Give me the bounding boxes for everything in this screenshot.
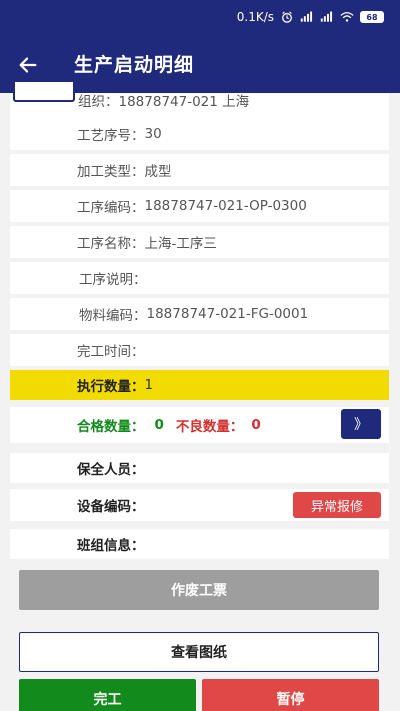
process-type-label: 加工类型：: [77, 164, 145, 180]
equipment-code-label: 设备编码：: [77, 499, 145, 515]
battery-icon: 68: [360, 11, 384, 23]
material-code-value: 18878747-021-FG-0001: [146, 306, 309, 322]
team-info-row: 班组信息：: [10, 529, 389, 559]
process-type-row: 加工类型： 成型: [10, 154, 389, 186]
app-header: 0.1K/s 68 生产启动明细: [0, 0, 400, 93]
op-desc-label: 工序说明：: [79, 272, 147, 288]
org-value: 18878747-021 上海: [118, 94, 250, 110]
exec-qty-label: 执行数量：: [77, 379, 145, 395]
op-code-value: 18878747-021-OP-0300: [144, 198, 307, 214]
wifi-icon: [340, 12, 354, 22]
finish-time-label: 完工时间：: [77, 344, 145, 360]
op-code-row: 工序编码： 18878747-021-OP-0300: [10, 190, 389, 222]
back-button[interactable]: [14, 51, 42, 79]
process-seq-value: 30: [144, 126, 162, 142]
op-name-value: 上海-工序三: [144, 236, 217, 252]
op-desc-row: 工序说明：: [10, 262, 389, 294]
finish-time-row: 完工时间：: [10, 334, 389, 366]
team-info-label: 班组信息：: [77, 538, 145, 554]
maintainer-row: 保全人员：: [10, 453, 389, 483]
defect-qty-value: 0: [251, 417, 261, 433]
op-name-label: 工序名称：: [77, 236, 145, 252]
qualified-qty-value: 0: [154, 417, 164, 433]
void-ticket-button[interactable]: 作废工票: [19, 570, 379, 610]
defect-qty-label: 不良数量：: [175, 419, 244, 435]
material-code-row: 物料编码： 18878747-021-FG-0001: [10, 298, 389, 330]
network-speed: 0.1K/s: [236, 10, 274, 24]
view-drawing-button[interactable]: 查看图纸: [19, 632, 379, 672]
equipment-code-row: 设备编码： 异常报修: [10, 489, 389, 521]
org-label: 组织：: [78, 94, 119, 110]
expand-quantity-button[interactable]: 》: [341, 409, 381, 439]
abnormal-repair-button[interactable]: 异常报修: [293, 492, 381, 518]
material-code-label: 物料编码：: [79, 308, 147, 324]
op-name-row: 工序名称： 上海-工序三: [10, 226, 389, 258]
exec-qty-row: 执行数量： 1: [10, 370, 389, 400]
complete-button[interactable]: 完工: [19, 679, 196, 711]
arrow-left-icon: [19, 57, 37, 73]
op-code-label: 工序编码：: [77, 200, 145, 216]
scroll-tab: [13, 82, 75, 102]
double-chevron-right-icon: 》: [354, 417, 368, 433]
pause-button[interactable]: 暂停: [202, 679, 379, 711]
production-start-detail-screen: 组织： 18878747-021 上海 工艺序号： 30 加工类型： 成型 工序…: [0, 0, 400, 711]
maintainer-label: 保全人员：: [77, 462, 145, 478]
exec-qty-value: 1: [144, 377, 154, 393]
quality-qty-row: 合格数量： 0 不良数量： 0 》: [10, 407, 389, 443]
signal-hd-icon: [300, 11, 313, 22]
process-seq-row: 工艺序号： 30: [10, 118, 389, 150]
alarm-icon: [282, 11, 292, 23]
process-type-value: 成型: [144, 164, 172, 180]
status-bar: 0.1K/s 68: [237, 6, 384, 28]
signal-icon: [320, 11, 333, 22]
process-seq-label: 工艺序号：: [77, 128, 145, 144]
qualified-qty-label: 合格数量：: [77, 419, 145, 435]
page-title: 生产启动明细: [74, 54, 195, 76]
